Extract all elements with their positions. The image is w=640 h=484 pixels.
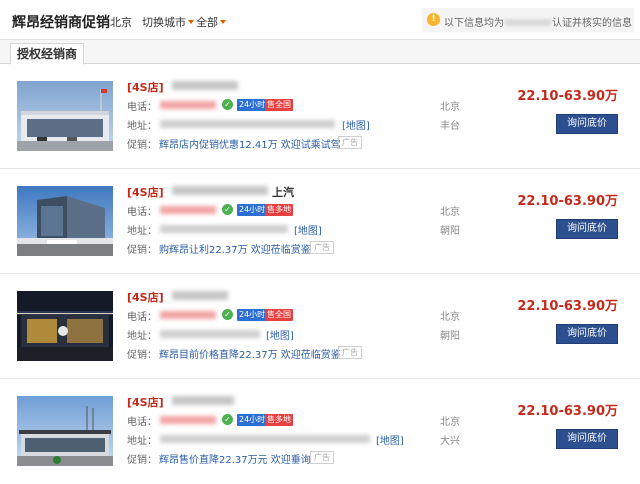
ask-price-button[interactable]: 询问底价 <box>556 324 618 344</box>
dealer-name-suffix: 上汽 <box>272 186 294 199</box>
map-link[interactable]: [地图] <box>376 432 404 447</box>
hours-badge: 24小时 <box>237 414 268 426</box>
ad-badge: 广告 <box>310 241 334 254</box>
hours-badge: 24小时 <box>237 204 268 216</box>
ad-badge: 广告 <box>310 451 334 464</box>
address-label: 地址： <box>127 331 157 342</box>
dealer-name-blurred[interactable] <box>172 186 268 195</box>
price-range: 22.10-63.90万 <box>517 194 618 209</box>
dealer-photo <box>17 396 113 466</box>
dealer-card: [4S店] 电话： ✓ 24小时 售全国 地址： [地图] 促销： 辉昂目前价格… <box>0 275 640 379</box>
dealer-name-blurred[interactable] <box>172 291 228 300</box>
coverage-badge: 售多地 <box>265 204 293 216</box>
phone-label: 电话： <box>127 417 157 428</box>
phone-number-blurred <box>160 416 216 424</box>
switch-city-label: 切换城市 <box>142 16 186 29</box>
verified-icon: ✓ <box>222 204 233 215</box>
dealer-photo <box>17 291 113 361</box>
scope-dropdown[interactable]: 全部 <box>196 14 226 30</box>
lightbulb-icon: ! <box>427 13 440 26</box>
promo-label: 促销： <box>127 455 157 466</box>
dealer-city: 北京 <box>440 102 460 113</box>
blurred-source <box>505 19 551 26</box>
notice-prefix: 以下信息均为 <box>444 18 504 29</box>
tab-authorized-dealers[interactable]: 授权经销商 <box>10 43 84 65</box>
verified-icon: ✓ <box>222 99 233 110</box>
price-range: 22.10-63.90万 <box>517 404 618 419</box>
promo-link[interactable]: 辉昂店内促销优惠12.41万 欢迎试乘试驾 <box>159 136 341 151</box>
dealer-card: [4S店] 上汽 电话： ✓ 24小时 售多地 地址： [地图] 促销： 购辉昂… <box>0 170 640 274</box>
map-link[interactable]: [地图] <box>294 222 322 237</box>
address-blurred <box>160 435 370 443</box>
coverage-badge: 售全国 <box>265 309 293 321</box>
ask-price-button[interactable]: 询问底价 <box>556 219 618 239</box>
dealer-type-tag: [4S店] <box>127 81 164 94</box>
dealer-city: 北京 <box>440 312 460 323</box>
chevron-down-icon <box>188 20 194 24</box>
address-label: 地址： <box>127 121 157 132</box>
address-blurred <box>160 120 335 128</box>
address-blurred <box>160 225 288 233</box>
promo-label: 促销： <box>127 245 157 256</box>
ad-badge: 广告 <box>338 346 362 359</box>
map-link[interactable]: [地图] <box>266 327 294 342</box>
phone-label: 电话： <box>127 312 157 323</box>
ad-badge: 广告 <box>338 136 362 149</box>
dealer-photo <box>17 186 113 256</box>
dealer-district: 朝阳 <box>440 226 460 237</box>
dealer-name-blurred[interactable] <box>172 396 234 405</box>
tab-row: 授权经销商 <box>0 40 640 65</box>
verified-icon: ✓ <box>222 414 233 425</box>
promo-label: 促销： <box>127 140 157 151</box>
chevron-down-icon <box>220 20 226 24</box>
dealer-city: 北京 <box>440 207 460 218</box>
coverage-badge: 售多地 <box>265 414 293 426</box>
switch-city-dropdown[interactable]: 切换城市 <box>142 14 194 30</box>
scope-label: 全部 <box>196 16 218 29</box>
verified-icon: ✓ <box>222 309 233 320</box>
dealer-district: 朝阳 <box>440 331 460 342</box>
top-bar: 辉昂经销商促销 北京 切换城市 全部 ! 以下信息均为 认证并核实的信息 <box>0 0 640 40</box>
dealer-type-tag: [4S店] <box>127 396 164 409</box>
dealer-district: 丰台 <box>440 121 460 132</box>
dealer-type-tag: [4S店] <box>127 186 164 199</box>
current-city: 北京 <box>110 16 132 29</box>
dealer-district: 大兴 <box>440 436 460 447</box>
address-label: 地址： <box>127 436 157 447</box>
dealer-card: [4S店] 电话： ✓ 24小时 售多地 地址： [地图] 促销： 辉昂售价直降… <box>0 380 640 484</box>
page-title: 辉昂经销商促销 <box>12 15 110 31</box>
phone-number-blurred <box>160 311 216 319</box>
promo-link[interactable]: 辉昂售价直降22.37万元 欢迎垂询 <box>159 451 311 466</box>
notice-suffix: 认证并核实的信息 <box>552 18 632 29</box>
dealer-card: [4S店] 电话： ✓ 24小时 售全国 地址： [地图] 促销： 辉昂店内促销… <box>0 65 640 169</box>
promo-link[interactable]: 辉昂目前价格直降22.37万 欢迎莅临赏鉴 <box>159 346 341 361</box>
phone-label: 电话： <box>127 102 157 113</box>
hours-badge: 24小时 <box>237 309 268 321</box>
phone-number-blurred <box>160 206 216 214</box>
ask-price-button[interactable]: 询问底价 <box>556 429 618 449</box>
promo-link[interactable]: 购辉昂让利22.37万 欢迎莅临赏鉴 <box>159 241 311 256</box>
dealer-type-tag: [4S店] <box>127 291 164 304</box>
price-range: 22.10-63.90万 <box>517 299 618 314</box>
phone-number-blurred <box>160 101 216 109</box>
price-range: 22.10-63.90万 <box>517 89 618 104</box>
ask-price-button[interactable]: 询问底价 <box>556 114 618 134</box>
hours-badge: 24小时 <box>237 99 268 111</box>
dealer-photo <box>17 81 113 151</box>
verification-notice: ! 以下信息均为 认证并核实的信息 <box>422 8 634 32</box>
dealer-city: 北京 <box>440 417 460 428</box>
dealer-name-blurred[interactable] <box>172 81 238 90</box>
map-link[interactable]: [地图] <box>342 117 370 132</box>
promo-label: 促销： <box>127 350 157 361</box>
phone-label: 电话： <box>127 207 157 218</box>
address-blurred <box>160 330 260 338</box>
coverage-badge: 售全国 <box>265 99 293 111</box>
address-label: 地址： <box>127 226 157 237</box>
